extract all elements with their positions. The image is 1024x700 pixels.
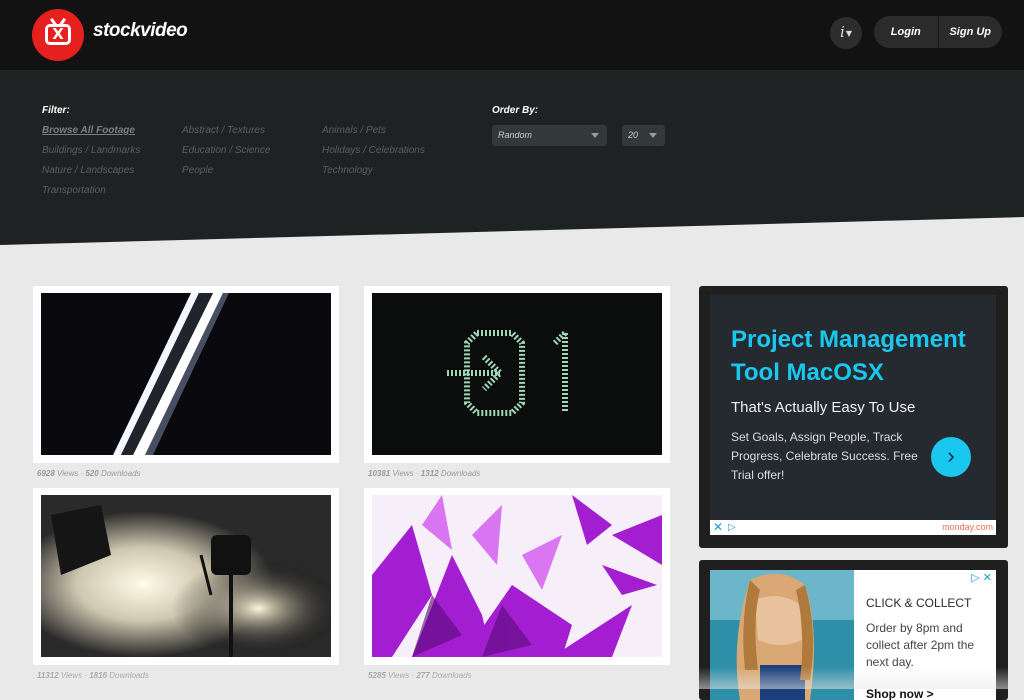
sort-order-select[interactable]: Random: [492, 125, 607, 146]
video-stats: 5285 Views · 277 Downloads: [368, 671, 472, 680]
video-stats: 6928 Views · 520 Downloads: [37, 469, 141, 478]
filter-category-buildings[interactable]: Buildings / Landmarks: [42, 145, 140, 156]
filter-category-people[interactable]: People: [182, 165, 213, 176]
ad-photo-woman-beach: [710, 570, 854, 700]
video-thumbnail[interactable]: [372, 293, 662, 455]
ad-title[interactable]: CLICK & COLLECT: [866, 596, 971, 610]
filter-heading: Filter:: [42, 105, 70, 116]
ad-title[interactable]: Project Management Tool MacOSX: [731, 323, 991, 389]
filter-category-abstract[interactable]: Abstract / Textures: [182, 125, 265, 136]
video-card[interactable]: [364, 488, 670, 665]
chevron-down-icon: ▼: [845, 28, 852, 38]
chevron-right-icon[interactable]: ›: [931, 437, 971, 477]
filter-category-animals[interactable]: Animals / Pets: [322, 125, 386, 136]
video-card[interactable]: [364, 286, 670, 463]
filter-category-holidays[interactable]: Holidays / Celebrations: [322, 145, 425, 156]
ad-footer: ✕ ▷ monday.com: [710, 520, 996, 535]
top-navigation-bar: X stockvideo i▼ Login Sign Up: [0, 0, 1024, 70]
per-page-select[interactable]: 20: [622, 125, 665, 146]
site-logo-text[interactable]: stockvideo: [93, 20, 188, 42]
video-thumbnail[interactable]: [41, 293, 331, 455]
video-thumbnail[interactable]: [372, 495, 662, 657]
advertisement-monday[interactable]: Project Management Tool MacOSX That's Ac…: [699, 286, 1008, 548]
adchoices-icon[interactable]: ▷ ✕: [971, 571, 992, 584]
light-streaks-thumbnail: [41, 293, 331, 455]
ad-content[interactable]: ▷ ✕ CLICK & COLLECT Order by 8pm and col…: [710, 570, 996, 700]
filter-panel: Filter: Browse All Footage Abstract / Te…: [0, 70, 1024, 245]
exit-sign-thumbnail: [372, 293, 662, 455]
video-thumbnail[interactable]: [41, 495, 331, 657]
ad-brand[interactable]: monday.com: [942, 520, 993, 535]
chevron-down-icon: [591, 133, 599, 138]
signup-button[interactable]: Sign Up: [939, 26, 1003, 38]
purple-spikes-thumbnail: [372, 495, 662, 657]
ad-body: Set Goals, Assign People, Track Progress…: [731, 430, 918, 482]
filter-category-nature[interactable]: Nature / Landscapes: [42, 165, 134, 176]
filter-category-browse-all[interactable]: Browse All Footage: [42, 125, 135, 136]
chevron-down-icon: [649, 133, 657, 138]
close-ad-icon[interactable]: ✕: [713, 520, 723, 535]
stockvideo-logo-icon[interactable]: X: [32, 9, 84, 61]
ad-content[interactable]: Project Management Tool MacOSX That's Ac…: [710, 295, 996, 520]
ad-subtitle: That's Actually Easy To Use: [731, 399, 916, 416]
login-button[interactable]: Login: [874, 26, 938, 38]
auth-buttons: Login Sign Up: [874, 16, 1002, 48]
filter-category-transportation[interactable]: Transportation: [42, 185, 106, 196]
adchoices-icon[interactable]: ▷: [728, 520, 736, 535]
video-stats: 10381 Views · 1312 Downloads: [368, 469, 481, 478]
video-stats: 11312 Views · 1816 Downloads: [37, 671, 149, 680]
order-by-heading: Order By:: [492, 105, 539, 116]
filter-category-technology[interactable]: Technology: [322, 165, 373, 176]
advertisement-click-collect[interactable]: ▷ ✕ CLICK & COLLECT Order by 8pm and col…: [699, 560, 1008, 700]
video-card[interactable]: [33, 488, 339, 665]
filter-category-education[interactable]: Education / Science: [182, 145, 270, 156]
info-menu-button[interactable]: i▼: [830, 17, 862, 49]
per-page-value: 20: [628, 130, 639, 140]
info-icon: i: [840, 23, 845, 41]
studio-lights-thumbnail: [41, 495, 331, 657]
ad-body: Order by 8pm and collect after 2pm the n…: [866, 621, 975, 669]
video-card[interactable]: [33, 286, 339, 463]
sort-order-value: Random: [498, 130, 533, 140]
